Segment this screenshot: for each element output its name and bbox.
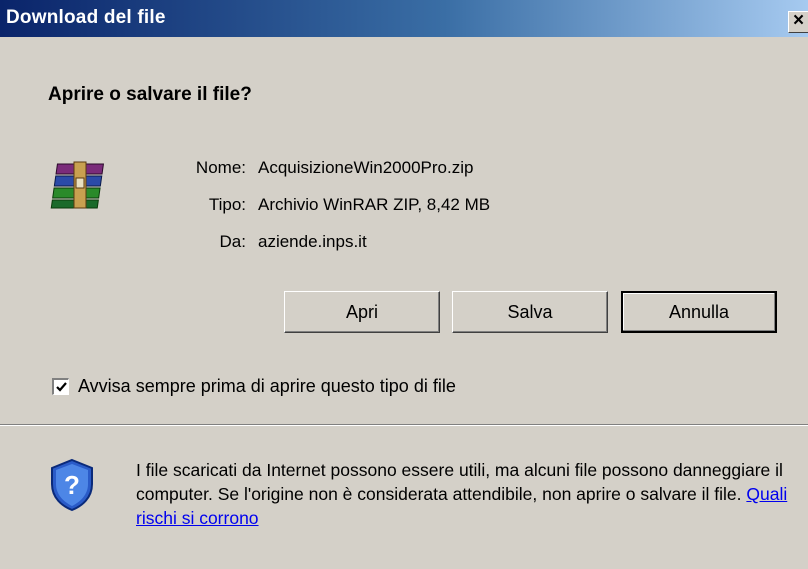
checkmark-icon — [56, 382, 67, 392]
type-value: Archivio WinRAR ZIP, 8,42 MB — [258, 195, 491, 214]
name-label: Nome: — [195, 158, 246, 177]
name-value: AcquisizioneWin2000Pro.zip — [258, 158, 474, 177]
shield-question-icon: ? — [51, 458, 93, 512]
from-value: aziende.inps.it — [258, 232, 367, 251]
type-label: Tipo: — [208, 195, 246, 214]
divider — [0, 424, 808, 426]
close-button[interactable]: × — [788, 11, 808, 33]
close-icon: × — [792, 10, 805, 31]
save-button[interactable]: Salva — [452, 291, 608, 333]
winrar-archive-icon — [50, 161, 105, 209]
always-ask-label[interactable]: Avvisa sempre prima di aprire questo tip… — [78, 376, 456, 397]
title-bar: Download del file × — [0, 0, 808, 37]
always-ask-checkbox[interactable] — [52, 378, 69, 395]
open-button[interactable]: Apri — [284, 291, 440, 333]
svg-text:?: ? — [64, 470, 80, 500]
security-warning: I file scaricati da Internet possono ess… — [136, 458, 796, 530]
dialog-heading: Aprire o salvare il file? — [48, 84, 252, 105]
warning-text: I file scaricati da Internet possono ess… — [136, 460, 783, 504]
from-label: Da: — [219, 232, 246, 251]
window-title: Download del file — [6, 7, 166, 28]
cancel-button[interactable]: Annulla — [621, 291, 777, 333]
